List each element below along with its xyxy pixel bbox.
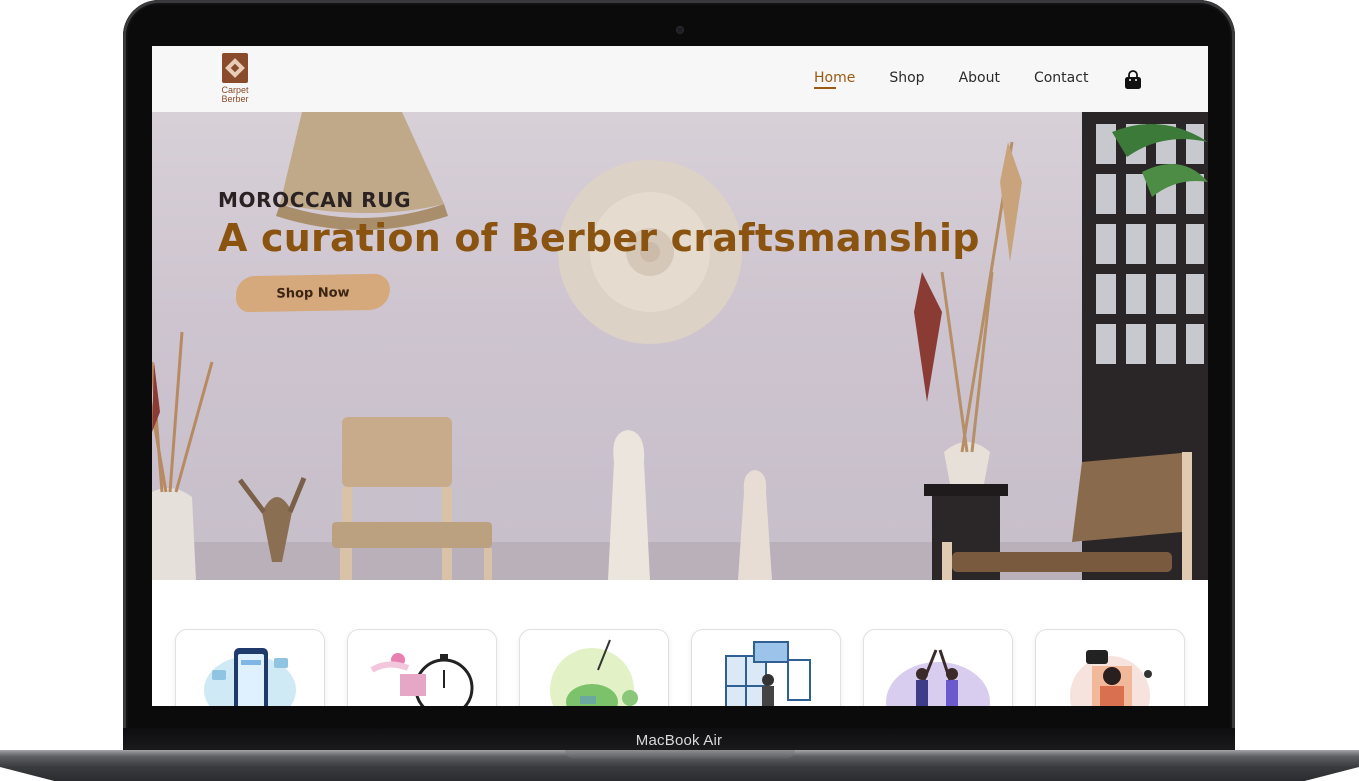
feature-card-teamwork[interactable] <box>863 629 1013 706</box>
site-logo[interactable]: Carpet Berber <box>214 53 256 104</box>
feature-card-delivery[interactable] <box>347 629 497 706</box>
logo-text-line2: Berber <box>221 94 249 104</box>
rug-logo-icon <box>222 53 248 83</box>
laptop-hinge: MacBook Air <box>123 728 1235 752</box>
customer-support-illustration <box>1070 650 1152 706</box>
gift-delivery-illustration <box>725 641 811 706</box>
nav-link-home[interactable]: Home <box>814 70 855 89</box>
nav-link-about[interactable]: About <box>959 70 1000 86</box>
nav-link-contact[interactable]: Contact <box>1034 70 1088 86</box>
shopping-bag-icon[interactable] <box>1124 70 1142 90</box>
hero-banner: MOROCCAN RUG A curation of Berber crafts… <box>152 112 1208 580</box>
mobile-payment-illustration <box>204 648 296 706</box>
site-header: Carpet Berber Home Shop About Contact <box>152 46 1208 113</box>
teamwork-illustration <box>886 649 990 706</box>
savings-illustration <box>550 639 638 706</box>
hero-title: A curation of Berber craftsmanship <box>218 216 980 260</box>
hero-eyebrow: MOROCCAN RUG <box>218 188 412 212</box>
device-label: MacBook Air <box>635 732 723 749</box>
nav-link-shop[interactable]: Shop <box>889 70 924 86</box>
feature-cards <box>175 629 1185 706</box>
feature-card-savings[interactable] <box>519 629 669 706</box>
laptop-opening-notch <box>565 750 795 759</box>
shop-now-button[interactable]: Shop Now <box>235 273 391 313</box>
camera-icon <box>677 27 683 33</box>
feature-card-payment[interactable] <box>175 629 325 706</box>
feature-card-gift[interactable] <box>691 629 841 706</box>
hero-background-photo <box>152 112 1208 580</box>
fast-delivery-illustration <box>370 653 474 706</box>
feature-card-support[interactable] <box>1035 629 1185 706</box>
browser-viewport: Carpet Berber Home Shop About Contact MO… <box>152 46 1208 706</box>
main-nav: Home Shop About Contact <box>814 70 1122 89</box>
